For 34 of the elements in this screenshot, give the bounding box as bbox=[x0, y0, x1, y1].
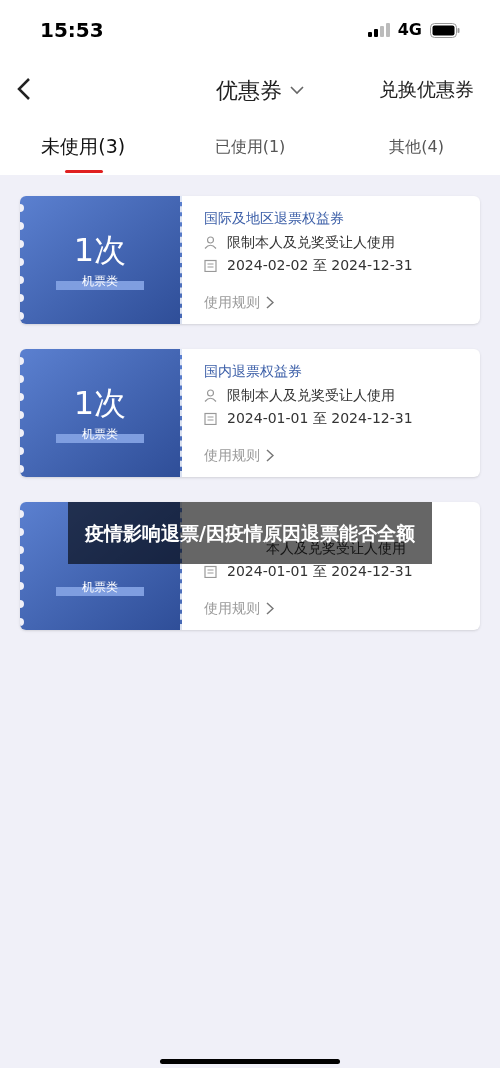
tab[interactable]: 已使用(1) bbox=[166, 118, 334, 175]
coupon-category: 机票类 bbox=[56, 425, 144, 443]
chevron-right-icon[interactable] bbox=[266, 296, 274, 309]
calendar-icon bbox=[204, 565, 217, 578]
usage-restriction: 限制本人及兑奖受让人使用 bbox=[227, 386, 395, 405]
coupon-card[interactable]: 1次 机票类 国际及地区退票权益券 限制本人及兑奖受让人使用 2024-02-02 至 2024-12-31 使用规则 bbox=[20, 196, 480, 324]
coupon-title: 国际及地区退票权益券 bbox=[204, 209, 345, 228]
validity-period: 2024-02-02 至 2024-12-31 bbox=[227, 256, 413, 275]
calendar-icon bbox=[204, 259, 217, 272]
chevron-right-icon[interactable] bbox=[266, 602, 274, 615]
person-icon bbox=[204, 389, 217, 402]
redeem-coupon-link[interactable]: 兑换优惠券 bbox=[379, 74, 474, 104]
calendar-icon bbox=[204, 412, 217, 425]
coupon-category: 机票类 bbox=[56, 272, 144, 290]
coupon-amount: 1次 bbox=[73, 230, 127, 270]
page-title[interactable]: 优惠券 bbox=[216, 74, 282, 107]
network-label: 4G bbox=[397, 19, 422, 41]
person-icon bbox=[204, 236, 217, 249]
status-time: 15:53 bbox=[40, 17, 104, 44]
battery-icon bbox=[430, 22, 460, 38]
chevron-down-icon[interactable] bbox=[290, 86, 304, 95]
validity-period: 2024-01-01 至 2024-12-31 bbox=[227, 409, 413, 428]
back-icon[interactable] bbox=[16, 77, 32, 101]
coupon-card[interactable]: 1次 机票类 国内退票权益券 限制本人及兑奖受让人使用 2024-01-01 至 2024-12-31 使用规则 bbox=[20, 349, 480, 477]
coupon-amount: 1次 bbox=[73, 383, 127, 423]
tab[interactable]: 未使用(3) bbox=[0, 118, 167, 175]
coupon-title: 国内退票权益券 bbox=[204, 362, 303, 381]
usage-restriction: 限制本人及兑奖受让人使用 bbox=[227, 233, 395, 252]
validity-period: 2024-01-01 至 2024-12-31 bbox=[227, 562, 413, 581]
tab-indicator bbox=[65, 170, 103, 173]
coupon-category: 机票类 bbox=[56, 578, 144, 596]
signal-icon bbox=[367, 23, 390, 37]
chevron-right-icon[interactable] bbox=[266, 449, 274, 462]
tab[interactable]: 其他(4) bbox=[333, 118, 500, 175]
